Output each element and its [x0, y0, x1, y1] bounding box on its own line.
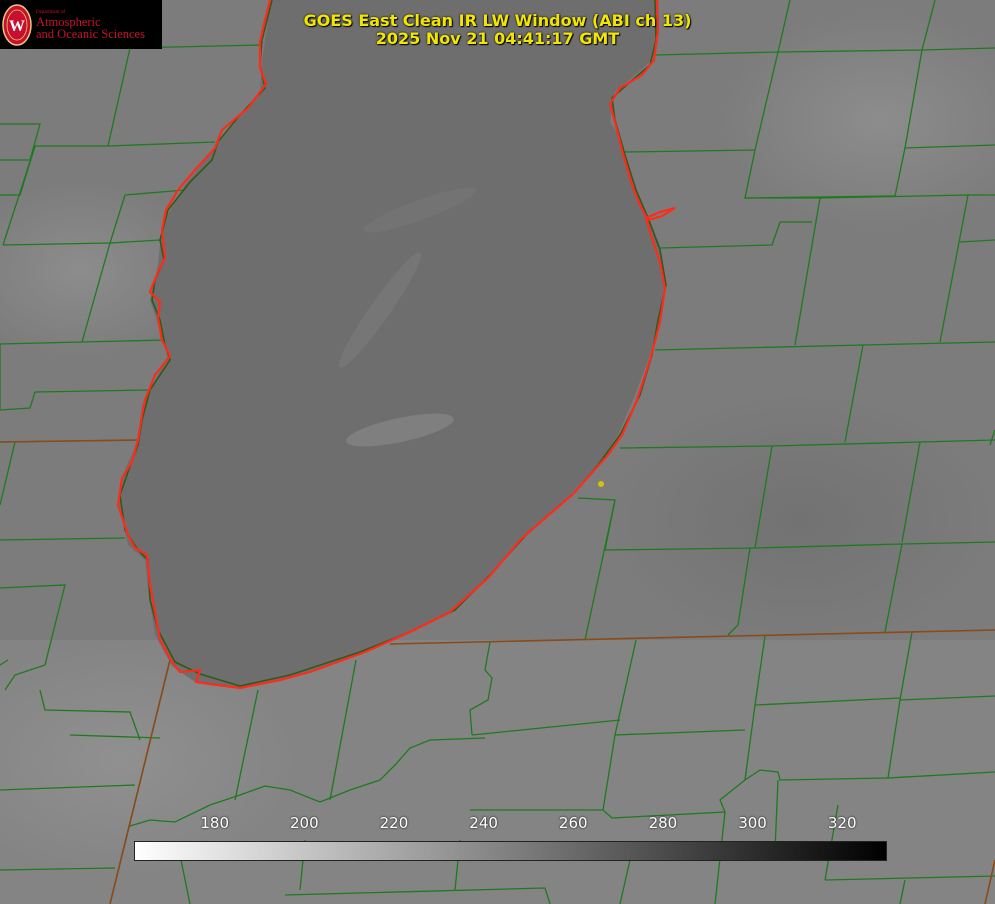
colorbar-tick-260: 260 — [558, 814, 588, 832]
colorbar-tick-280: 280 — [648, 814, 678, 832]
colorbar-tick-200: 200 — [289, 814, 319, 832]
brightness-temperature-colorbar — [134, 841, 887, 861]
colorbar-tick-180: 180 — [200, 814, 229, 832]
location-marker — [598, 481, 604, 487]
colorbar-tick-220: 220 — [379, 814, 409, 832]
colorbar-tick-320: 320 — [827, 814, 857, 832]
satellite-image-viewer: W Department of Atmospheric and Oceanic … — [0, 0, 995, 904]
cloud-patch — [600, 390, 995, 650]
ir-satellite-map — [0, 0, 995, 904]
image-title: GOES East Clean IR LW Window (ABI ch 13) — [303, 11, 692, 30]
image-timestamp: 2025 Nov 21 04:41:17 GMT — [375, 29, 620, 48]
colorbar-tick-240: 240 — [469, 814, 498, 832]
colorbar-tick-labels: 180 200 220 240 260 280 300 320 — [134, 814, 887, 834]
colorbar-tick-300: 300 — [738, 814, 767, 832]
